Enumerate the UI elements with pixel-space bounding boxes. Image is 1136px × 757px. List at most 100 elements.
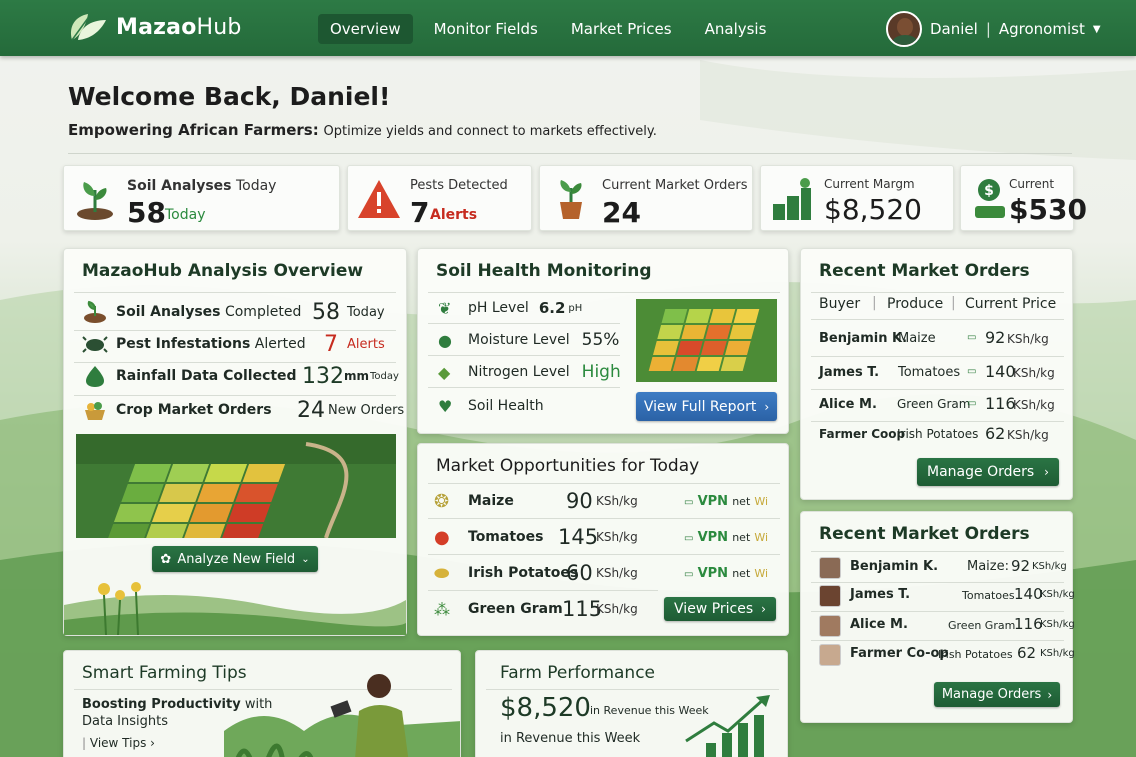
stat-suffix: Alerts	[430, 207, 478, 223]
view-prices-button[interactable]: View Prices ›	[664, 597, 776, 621]
row-label-bold: Soil Analyses	[116, 304, 221, 320]
nav-market-prices[interactable]: Market Prices	[559, 14, 684, 44]
link-label: View Tips	[89, 736, 147, 750]
stat-market-orders[interactable]: Current Market Orders 24	[539, 165, 753, 231]
tagline-bold: Empowering African Farmers:	[68, 121, 319, 139]
avatar	[819, 644, 841, 666]
row-label-bold: Crop Market Orders	[116, 402, 272, 418]
stat-pests-detected[interactable]: Pests Detected 7 Alerts	[347, 165, 532, 231]
row-unit: Today	[347, 304, 385, 320]
stat-label: Current Market Orders	[602, 178, 748, 193]
crop-name: Tomatoes	[468, 529, 544, 545]
nav-overview[interactable]: Overview	[318, 14, 413, 44]
column-header-price: Current Price	[965, 296, 1057, 312]
potato-icon: ⬬	[434, 562, 450, 584]
market-opportunities-panel: Market Opportunities for Today ❂ Maize 9…	[417, 443, 789, 636]
stat-current-margin[interactable]: Current Margm $8,520	[760, 165, 954, 231]
order-unit: KSh/kg	[1007, 428, 1049, 442]
produce-name: Irish Potatoes	[938, 648, 1013, 661]
cash-icon: ▭	[967, 332, 977, 343]
produce-name: Green Gram	[948, 619, 1016, 632]
row-unit: mm	[344, 369, 370, 383]
stat-value: 24	[602, 196, 641, 229]
chevron-right-icon: ›	[764, 399, 770, 414]
chevron-right-icon: ›	[1044, 465, 1049, 479]
row-label-bold: Rainfall Data Collected	[116, 368, 297, 384]
stat-value: 58	[127, 196, 166, 229]
chevron-right-icon: ›	[1047, 687, 1053, 702]
warning-icon	[358, 180, 400, 218]
svg-text:$: $	[984, 183, 994, 199]
soil-row-label: Nitrogen Level	[468, 364, 570, 380]
brand-name-b: Hub	[196, 14, 242, 40]
order-price: 92	[985, 328, 1006, 347]
crop-name: Maize	[468, 493, 514, 509]
page-title: Welcome Back, Daniel!	[68, 82, 391, 111]
maize-icon: ❂	[434, 490, 450, 512]
opportunity-row[interactable]: ● Tomatoes 145 KSh/kg ▭ VPN net Wi	[434, 522, 784, 552]
tag-b: net	[732, 530, 751, 544]
soil-row[interactable]: ♥ Soil Health	[438, 395, 544, 417]
stat-soil-analyses[interactable]: Soil Analyses Today 58 Today	[63, 165, 340, 231]
manage-orders-button[interactable]: Manage Orders ›	[917, 458, 1059, 486]
button-label: Manage Orders	[927, 464, 1035, 480]
soil-row-value: High	[581, 362, 621, 382]
soil-row-value: 6.2	[538, 299, 566, 317]
farmer-with-tablet-image	[224, 674, 460, 757]
nav-monitor-fields[interactable]: Monitor Fields	[422, 14, 550, 44]
stat-current[interactable]: $ Current $530	[960, 165, 1087, 231]
user-menu[interactable]: Daniel | Agronomist ▼	[886, 11, 1101, 47]
refresh-icon: ✿	[160, 551, 172, 567]
crop-unit: KSh/kg	[596, 530, 638, 544]
opportunity-row[interactable]: ❂ Maize 90 KSh/kg ▭ VPN net Wi	[434, 486, 784, 516]
brand-logo[interactable]: MazaoHub	[66, 12, 242, 42]
order-unit: KSh/kg	[1007, 332, 1049, 346]
overview-row[interactable]: Soil Analyses Completed 58 Today	[82, 297, 402, 327]
row-label-bold: Pest Infestations	[116, 336, 251, 352]
order-price: 116	[1014, 615, 1043, 633]
table-row[interactable]: Benjamin K. Maize ▭ 92 KSh/kg	[801, 323, 1074, 355]
analysis-overview-panel: MazaoHub Analysis Overview Soil Analyses…	[63, 248, 407, 636]
list-item[interactable]: Farmer Co-op Irish Potatoes 62 KSh/kg	[801, 641, 1075, 669]
crop-name: Green Gram	[468, 601, 563, 617]
table-row[interactable]: Farmer Coop Irish Potatoes 62 KSh/kg	[801, 421, 1074, 451]
list-item[interactable]: Alice M. Green Gram 116 KSh/kg	[801, 612, 1075, 640]
table-row[interactable]: James T. Tomatoes ▭ 140 KSh/kg	[801, 357, 1074, 389]
table-row[interactable]: Alice M. Green Gram ▭ 116 KSh/kg	[801, 389, 1074, 421]
produce-basket-icon	[85, 402, 105, 420]
view-full-report-button[interactable]: View Full Report ›	[636, 392, 777, 421]
list-item[interactable]: James T. Tomatoes 140 KSh/kg	[801, 582, 1075, 610]
overview-row[interactable]: Rainfall Data Collected 132 mm Today	[82, 360, 402, 392]
view-tips-link[interactable]: | View Tips ›	[82, 736, 155, 750]
stat-label: Current	[1009, 177, 1055, 191]
tag-a: VPN	[697, 565, 729, 581]
soil-row[interactable]: ◆ Nitrogen Level High	[438, 361, 621, 383]
overview-row[interactable]: Pest Infestations Alerted 7 Alerts	[82, 329, 402, 359]
seedling-icon	[77, 182, 113, 220]
crop-unit: KSh/kg	[596, 566, 638, 580]
revenue-value: $8,520	[500, 693, 591, 723]
top-navigation-bar: MazaoHub Overview Monitor Fields Market …	[0, 0, 1136, 56]
analyze-new-field-button[interactable]: ✿ Analyze New Field ⌄	[152, 546, 318, 572]
soil-heatmap-image	[636, 299, 777, 382]
nav-analysis[interactable]: Analysis	[693, 14, 779, 44]
order-price: 62	[1017, 644, 1037, 662]
raindrop-icon	[86, 366, 104, 387]
nitrogen-icon: ◆	[438, 362, 451, 382]
panel-title: Recent Market Orders	[819, 261, 1030, 281]
order-price: 116	[985, 394, 1016, 413]
cash-icon: ▭	[967, 398, 977, 409]
overview-row[interactable]: Crop Market Orders 24 New Orders	[82, 393, 404, 427]
manage-orders-button[interactable]: Manage Orders ›	[934, 682, 1060, 707]
soil-row[interactable]: ❦ pH Level 6.2 pH	[438, 297, 582, 319]
opportunity-row[interactable]: ⬬ Irish Potatoes 60 KSh/kg ▭ VPN net Wi	[434, 558, 784, 588]
list-item[interactable]: Benjamin K. Maize: 92 KSh/kg	[801, 554, 1074, 582]
avatar	[819, 585, 841, 607]
tomato-icon: ●	[434, 526, 450, 548]
buyer-name: Alice M.	[819, 397, 877, 412]
panel-title: MazaoHub Analysis Overview	[82, 261, 364, 281]
soil-row[interactable]: ● Moisture Level 55%	[438, 329, 619, 351]
tag-c: Wi	[754, 530, 769, 544]
farm-performance-panel: Farm Performance $8,520 in Revenue this …	[475, 650, 788, 757]
tag-c: Wi	[754, 494, 769, 508]
